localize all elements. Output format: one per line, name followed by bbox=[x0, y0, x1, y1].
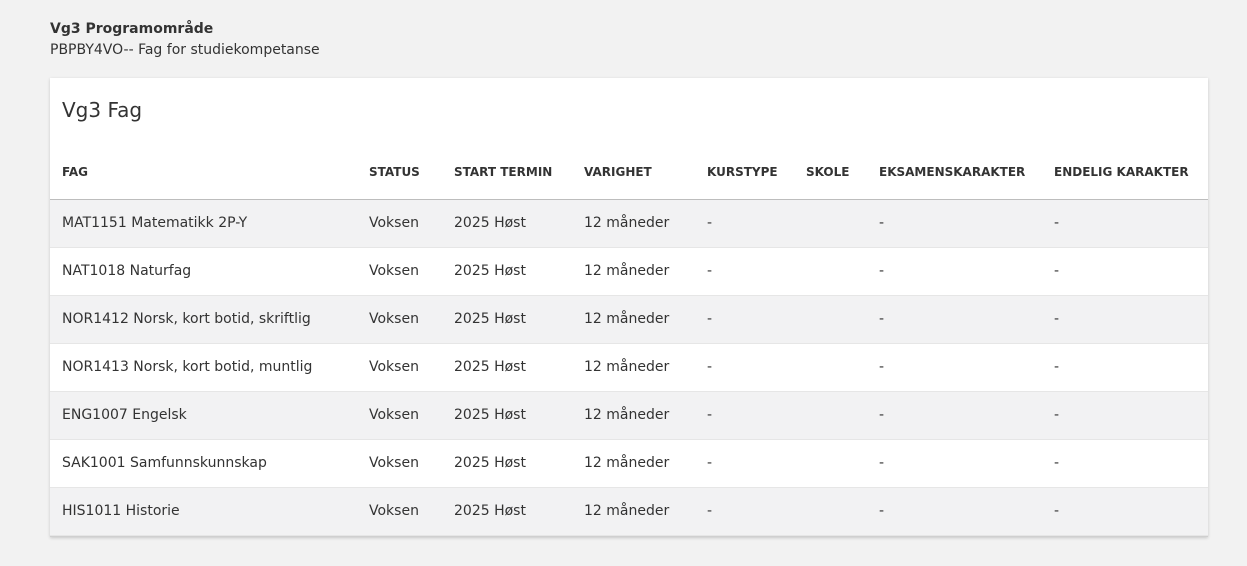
table-row: SAK1001 Samfunnskunnskap Voksen 2025 Høs… bbox=[50, 439, 1208, 488]
column-header-endelig-karakter: ENDELIG KARAKTER bbox=[1054, 78, 1208, 200]
cell-status: Voksen bbox=[369, 343, 454, 392]
cell-eksamenskarakter: - bbox=[879, 343, 1054, 392]
table-row: NAT1018 Naturfag Voksen 2025 Høst 12 mån… bbox=[50, 247, 1208, 296]
program-code-line: PBPBY4VO-- Fag for studiekompetanse bbox=[50, 42, 320, 58]
cell-skole bbox=[806, 439, 879, 488]
cell-kurstype: - bbox=[707, 487, 806, 536]
column-header-skole: SKOLE bbox=[806, 78, 879, 200]
column-header-varighet: VARIGHET bbox=[584, 78, 707, 200]
cell-varighet: 12 måneder bbox=[584, 295, 707, 344]
column-header-kurstype: KURSTYPE bbox=[707, 78, 806, 200]
cell-varighet: 12 måneder bbox=[584, 199, 707, 248]
cell-varighet: 12 måneder bbox=[584, 343, 707, 392]
cell-skole bbox=[806, 247, 879, 296]
cell-endelig-karakter: - bbox=[1054, 343, 1208, 392]
cell-skole bbox=[806, 487, 879, 536]
cell-skole bbox=[806, 295, 879, 344]
cell-status: Voksen bbox=[369, 247, 454, 296]
cell-start-termin: 2025 Høst bbox=[454, 199, 584, 248]
cell-varighet: 12 måneder bbox=[584, 247, 707, 296]
table-row: MAT1151 Matematikk 2P-Y Voksen 2025 Høst… bbox=[50, 199, 1208, 248]
cell-status: Voksen bbox=[369, 391, 454, 440]
cell-skole bbox=[806, 391, 879, 440]
cell-fag: SAK1001 Samfunnskunnskap bbox=[50, 439, 369, 488]
cell-skole bbox=[806, 199, 879, 248]
cell-skole bbox=[806, 343, 879, 392]
table-row: NOR1413 Norsk, kort botid, muntlig Vokse… bbox=[50, 343, 1208, 392]
cell-start-termin: 2025 Høst bbox=[454, 343, 584, 392]
cell-eksamenskarakter: - bbox=[879, 391, 1054, 440]
cell-varighet: 12 måneder bbox=[584, 391, 707, 440]
cell-kurstype: - bbox=[707, 199, 806, 248]
cell-fag: NOR1412 Norsk, kort botid, skriftlig bbox=[50, 295, 369, 344]
cell-kurstype: - bbox=[707, 295, 806, 344]
table-row: NOR1412 Norsk, kort botid, skriftlig Vok… bbox=[50, 295, 1208, 344]
table-header-row: FAG STATUS START TERMIN VARIGHET KURSTYP… bbox=[50, 78, 1208, 200]
cell-eksamenskarakter: - bbox=[879, 487, 1054, 536]
cell-varighet: 12 måneder bbox=[584, 439, 707, 488]
cell-fag: ENG1007 Engelsk bbox=[50, 391, 369, 440]
cell-start-termin: 2025 Høst bbox=[454, 295, 584, 344]
cell-status: Voksen bbox=[369, 439, 454, 488]
cell-endelig-karakter: - bbox=[1054, 295, 1208, 344]
cell-status: Voksen bbox=[369, 199, 454, 248]
cell-eksamenskarakter: - bbox=[879, 439, 1054, 488]
subjects-card: FAG STATUS START TERMIN VARIGHET KURSTYP… bbox=[50, 78, 1208, 537]
card-title: Vg3 Fag bbox=[62, 98, 143, 122]
cell-start-termin: 2025 Høst bbox=[454, 487, 584, 536]
program-header: Vg3 Programområde PBPBY4VO-- Fag for stu… bbox=[50, 19, 320, 60]
cell-endelig-karakter: - bbox=[1054, 391, 1208, 440]
column-header-eksamenskarakter: EKSAMENSKARAKTER bbox=[879, 78, 1054, 200]
cell-endelig-karakter: - bbox=[1054, 439, 1208, 488]
table-row: ENG1007 Engelsk Voksen 2025 Høst 12 måne… bbox=[50, 391, 1208, 440]
cell-eksamenskarakter: - bbox=[879, 295, 1054, 344]
cell-eksamenskarakter: - bbox=[879, 199, 1054, 248]
program-title: Vg3 Programområde bbox=[50, 21, 214, 37]
column-header-start-termin: START TERMIN bbox=[454, 78, 584, 200]
cell-endelig-karakter: - bbox=[1054, 247, 1208, 296]
cell-fag: NOR1413 Norsk, kort botid, muntlig bbox=[50, 343, 369, 392]
cell-fag: NAT1018 Naturfag bbox=[50, 247, 369, 296]
cell-eksamenskarakter: - bbox=[879, 247, 1054, 296]
cell-status: Voksen bbox=[369, 487, 454, 536]
table-header: FAG STATUS START TERMIN VARIGHET KURSTYP… bbox=[50, 78, 1208, 200]
cell-endelig-karakter: - bbox=[1054, 199, 1208, 248]
cell-start-termin: 2025 Høst bbox=[454, 391, 584, 440]
cell-fag: HIS1011 Historie bbox=[50, 487, 369, 536]
cell-endelig-karakter: - bbox=[1054, 487, 1208, 536]
cell-start-termin: 2025 Høst bbox=[454, 247, 584, 296]
cell-kurstype: - bbox=[707, 343, 806, 392]
table-body: MAT1151 Matematikk 2P-Y Voksen 2025 Høst… bbox=[50, 199, 1208, 536]
cell-start-termin: 2025 Høst bbox=[454, 439, 584, 488]
cell-kurstype: - bbox=[707, 391, 806, 440]
column-header-status: STATUS bbox=[369, 78, 454, 200]
cell-kurstype: - bbox=[707, 247, 806, 296]
table-row: HIS1011 Historie Voksen 2025 Høst 12 mån… bbox=[50, 487, 1208, 536]
subjects-table: FAG STATUS START TERMIN VARIGHET KURSTYP… bbox=[50, 78, 1208, 536]
cell-varighet: 12 måneder bbox=[584, 487, 707, 536]
cell-status: Voksen bbox=[369, 295, 454, 344]
cell-fag: MAT1151 Matematikk 2P-Y bbox=[50, 199, 369, 248]
cell-kurstype: - bbox=[707, 439, 806, 488]
